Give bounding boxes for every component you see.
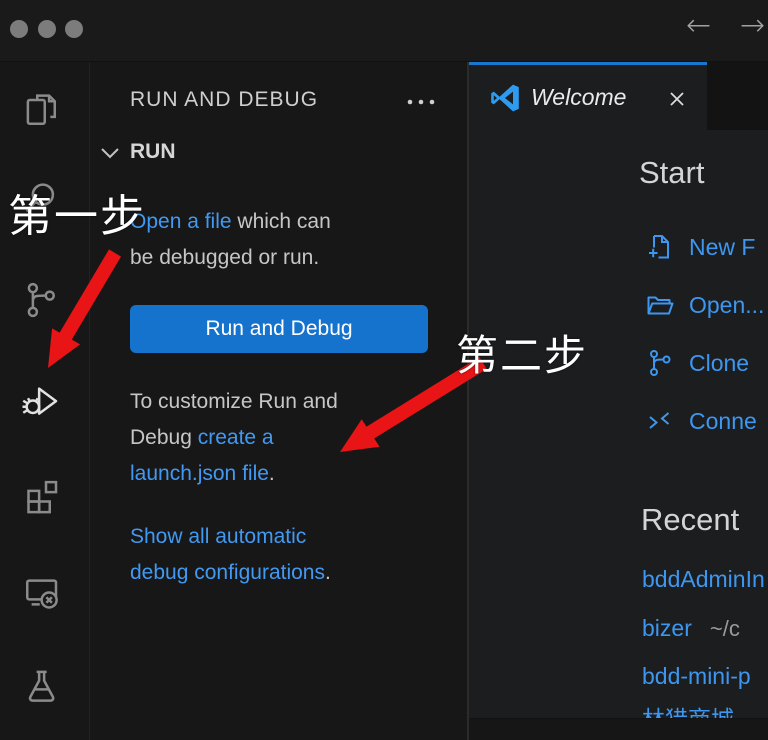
recent-item-name: bdd-mini-p [642, 663, 751, 690]
tab-bar: Welcome [469, 62, 768, 133]
vscode-window: ← → RUN AND DEBUG [0, 0, 768, 740]
paragraph-text: To customize Run and [130, 384, 338, 420]
show-all-configurations-link[interactable]: debug configurations [130, 561, 325, 584]
start-item-open[interactable]: Open... [645, 290, 764, 320]
create-launch-json-link[interactable]: create a [198, 426, 274, 449]
recent-item-clipped[interactable]: 林猎商城 [642, 700, 768, 718]
title-bar: ← → [0, 0, 768, 62]
paragraph-text: . [269, 462, 275, 485]
remote-explorer-icon[interactable] [21, 570, 61, 610]
step1-label: 第一步 [8, 180, 146, 244]
extensions-icon[interactable] [21, 474, 61, 514]
create-launch-json-link[interactable]: launch.json file [130, 462, 269, 485]
recent-item-name: bizer [642, 615, 692, 642]
chevron-down-icon[interactable] [98, 145, 122, 161]
nav-back-icon[interactable]: ← [686, 8, 711, 43]
run-and-debug-button[interactable]: Run and Debug [130, 305, 428, 353]
vscode-logo-icon [489, 82, 521, 114]
tab-strip-empty [707, 62, 768, 130]
open-file-paragraph: Open a file which can be debugged or run… [130, 204, 331, 276]
step2-label: 第二步 [456, 322, 588, 383]
files-icon[interactable] [21, 90, 61, 130]
customize-paragraph: To customize Run and Debug create a laun… [130, 384, 338, 492]
editor-group: Welcome Start New F Open... Clone Conne … [467, 62, 768, 740]
recent-item[interactable]: bdd-mini-p [642, 663, 768, 693]
start-item-label: Clone [689, 350, 749, 377]
recent-item-name: 林猎商城 [642, 706, 734, 718]
testing-icon[interactable] [21, 665, 61, 705]
minimize-window-button[interactable] [38, 20, 56, 38]
zoom-window-button[interactable] [65, 20, 83, 38]
more-actions-icon[interactable] [402, 88, 442, 116]
show-all-configurations-link[interactable]: Show all automatic [130, 525, 306, 548]
paragraph-text: be debugged or run. [130, 240, 331, 276]
paragraph-text: which can [232, 210, 331, 233]
source-control-icon[interactable] [21, 280, 61, 320]
panel-title: RUN AND DEBUG [130, 88, 318, 112]
start-heading: Start [639, 155, 704, 191]
close-tab-icon[interactable] [665, 87, 689, 111]
tab-welcome[interactable]: Welcome [469, 62, 707, 133]
paragraph-text: Debug [130, 426, 198, 449]
tab-title: Welcome [531, 84, 626, 111]
show-configurations-paragraph: Show all automatic debug configurations. [130, 519, 331, 591]
recent-item-name: bddAdminIn [642, 566, 765, 593]
start-item-label: Conne [689, 408, 757, 435]
run-section-header[interactable]: RUN [130, 140, 176, 164]
start-item-label: New F [689, 234, 755, 261]
run-and-debug-icon[interactable] [21, 378, 61, 418]
close-window-button[interactable] [10, 20, 28, 38]
recent-item-path: ~/c [710, 616, 740, 642]
start-item-new-file[interactable]: New F [645, 232, 755, 262]
activity-bar [0, 62, 90, 740]
recent-heading: Recent [641, 502, 739, 538]
run-and-debug-panel: RUN AND DEBUG RUN Open a file which can … [90, 62, 467, 740]
start-item-label: Open... [689, 292, 764, 319]
start-item-connect[interactable]: Conne [645, 406, 757, 436]
paragraph-text: . [325, 561, 331, 584]
nav-forward-icon[interactable]: → [740, 8, 765, 43]
editor-bottom-edge [469, 718, 768, 740]
recent-item[interactable]: bddAdminIn [642, 566, 768, 596]
recent-item[interactable]: bizer ~/c [642, 615, 740, 645]
start-item-clone[interactable]: Clone [645, 348, 749, 378]
